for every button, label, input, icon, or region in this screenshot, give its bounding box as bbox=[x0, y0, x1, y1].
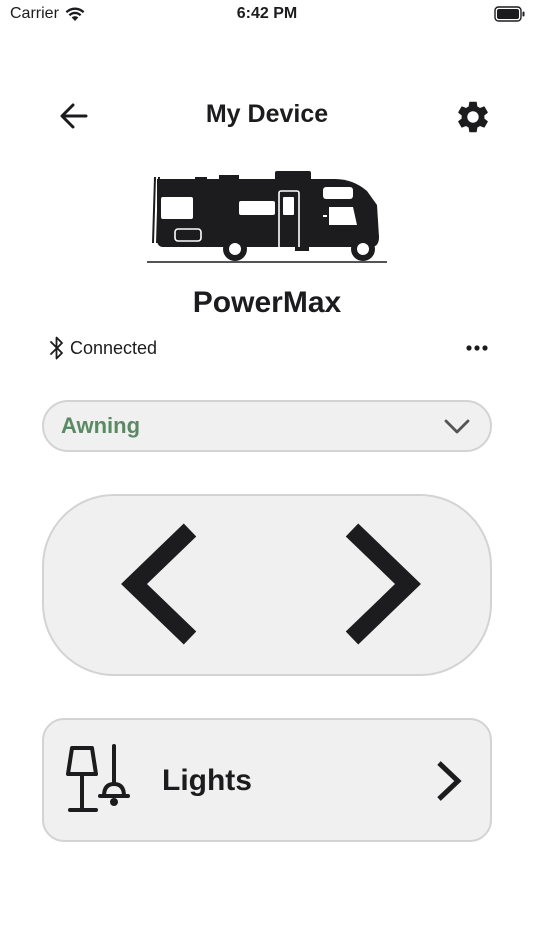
bluetooth-icon bbox=[50, 336, 63, 360]
status-bar: Carrier 6:42 PM bbox=[0, 0, 534, 30]
connection-label: Connected bbox=[70, 337, 158, 358]
feature-select-value: Awning bbox=[61, 413, 141, 438]
more-horizontal-icon bbox=[466, 345, 488, 351]
lights-card[interactable]: Lights bbox=[42, 718, 492, 842]
retract-button[interactable] bbox=[114, 514, 224, 654]
lamp-icon bbox=[66, 744, 130, 812]
extend-button[interactable] bbox=[334, 514, 444, 654]
chevron-down-icon bbox=[444, 419, 470, 434]
settings-button[interactable] bbox=[454, 98, 492, 136]
device-name: PowerMax bbox=[192, 286, 342, 319]
lights-label: Lights bbox=[162, 764, 252, 797]
direction-control-pad bbox=[42, 494, 492, 676]
more-options-button[interactable] bbox=[460, 336, 494, 360]
status-time: 6:42 PM bbox=[236, 5, 298, 22]
chevron-right-icon bbox=[437, 761, 462, 801]
gear-icon bbox=[458, 101, 488, 133]
feature-select[interactable]: Awning bbox=[42, 400, 492, 452]
motorhome-icon bbox=[147, 171, 387, 263]
battery-icon bbox=[494, 6, 525, 22]
chevron-right-icon bbox=[345, 523, 421, 645]
nav-bar: My Device bbox=[0, 90, 534, 140]
chevron-left-icon bbox=[121, 523, 197, 645]
connection-status: Connected bbox=[48, 334, 157, 362]
